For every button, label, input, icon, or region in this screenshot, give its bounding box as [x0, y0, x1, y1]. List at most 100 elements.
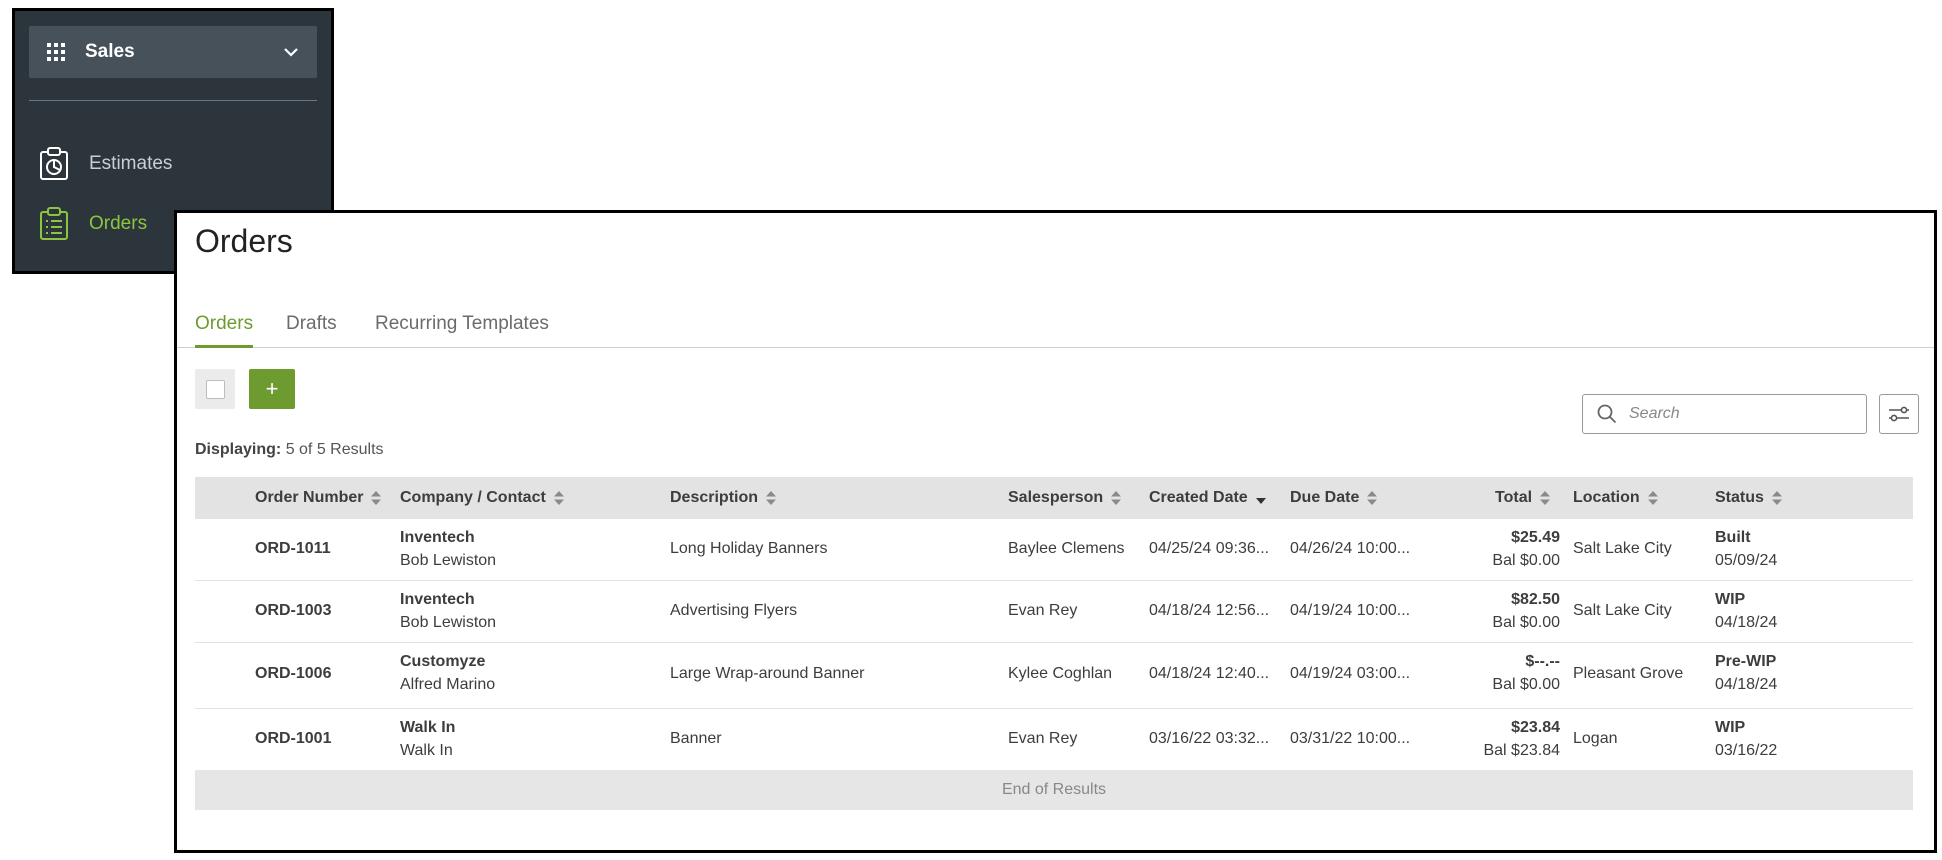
company-name: Inventech	[400, 529, 475, 546]
add-order-button[interactable]: +	[249, 369, 295, 409]
contact-name: Bob Lewiston	[400, 614, 497, 631]
search-input[interactable]	[1627, 404, 1851, 424]
total-balance: $25.49 Bal $0.00	[1445, 529, 1560, 570]
balance-amount: Bal $0.00	[1492, 552, 1560, 569]
description: Large Wrap-around Banner	[670, 665, 865, 682]
total-amount: $82.50	[1511, 591, 1560, 608]
status: Pre-WIP 04/18/24	[1715, 653, 1777, 694]
contact-name: Walk In	[400, 742, 453, 759]
column-header-description[interactable]: Description	[670, 477, 777, 519]
tab-recurring-templates[interactable]: Recurring Templates	[375, 313, 549, 345]
sidebar-item-estimates[interactable]: Estimates	[39, 147, 172, 181]
created-date: 04/18/24 12:56...	[1149, 602, 1270, 619]
column-label: Salesperson	[1008, 489, 1104, 506]
column-header-company[interactable]: Company / Contact	[400, 477, 564, 519]
column-label: Order Number	[255, 489, 364, 506]
status-label: WIP	[1715, 591, 1746, 608]
created-date: 04/18/24 12:40...	[1149, 665, 1270, 682]
status: Built 05/09/24	[1715, 529, 1777, 570]
due-date: 04/19/24 10:00...	[1290, 602, 1411, 619]
sort-icon	[1540, 491, 1551, 505]
company-contact: Inventech Bob Lewiston	[400, 529, 496, 570]
chevron-down-icon	[284, 48, 298, 57]
status-date: 03/16/22	[1715, 742, 1778, 759]
balance-amount: Bal $0.00	[1492, 614, 1560, 631]
salesperson: Kylee Coghlan	[1008, 665, 1113, 682]
sort-icon	[1111, 491, 1122, 505]
column-label: Description	[670, 489, 759, 506]
description: Advertising Flyers	[670, 602, 798, 619]
status: WIP 03/16/22	[1715, 719, 1777, 760]
column-label: Due Date	[1290, 489, 1360, 506]
column-label: Status	[1715, 489, 1764, 506]
created-date: 04/25/24 09:36...	[1149, 540, 1270, 557]
due-date: 03/31/22 10:00...	[1290, 730, 1411, 747]
status-label: WIP	[1715, 719, 1746, 736]
description: Banner	[670, 730, 722, 747]
salesperson: Evan Rey	[1008, 730, 1078, 747]
tab-orders[interactable]: Orders	[195, 313, 254, 348]
sidebar-item-label: Orders	[89, 213, 148, 234]
order-number[interactable]: ORD-1001	[255, 730, 331, 748]
location: Salt Lake City	[1573, 540, 1672, 557]
total-balance: $--.-- Bal $0.00	[1445, 653, 1560, 694]
table-row[interactable]: ORD-1003 Inventech Bob Lewiston Advertis…	[195, 581, 1913, 643]
salesperson: Baylee Clemens	[1008, 540, 1125, 557]
status-date: 05/09/24	[1715, 552, 1778, 569]
column-header-total[interactable]: Total	[1495, 477, 1551, 519]
salesperson: Evan Rey	[1008, 602, 1078, 619]
contact-name: Bob Lewiston	[400, 552, 497, 569]
status: WIP 04/18/24	[1715, 591, 1777, 632]
sliders-icon	[1889, 406, 1909, 422]
status-date: 04/18/24	[1715, 676, 1778, 693]
tab-drafts[interactable]: Drafts	[286, 313, 337, 345]
filter-settings-button[interactable]	[1879, 394, 1919, 434]
sort-icon	[1647, 491, 1658, 505]
checkbox-box	[205, 379, 225, 399]
table-row[interactable]: ORD-1001 Walk In Walk In Banner Evan Rey…	[195, 709, 1913, 770]
order-number[interactable]: ORD-1003	[255, 602, 331, 620]
column-header-due-date[interactable]: Due Date	[1290, 477, 1378, 519]
company-contact: Inventech Bob Lewiston	[400, 591, 496, 632]
sort-descending-icon	[1255, 498, 1266, 504]
results-count: Displaying: 5 of 5 Results	[195, 441, 384, 459]
column-header-status[interactable]: Status	[1715, 477, 1782, 519]
table-row[interactable]: ORD-1011 Inventech Bob Lewiston Long Hol…	[195, 519, 1913, 581]
column-header-salesperson[interactable]: Salesperson	[1008, 477, 1122, 519]
results-count-label: Displaying:	[195, 441, 282, 458]
company-name: Customyze	[400, 653, 486, 670]
sidebar-section-label: Sales	[85, 41, 135, 62]
results-count-value: 5 of 5 Results	[285, 441, 384, 458]
sort-icon	[1771, 491, 1782, 505]
search-box[interactable]	[1582, 394, 1867, 434]
column-label: Company / Contact	[400, 489, 546, 506]
column-header-order-number[interactable]: Order Number	[255, 477, 382, 519]
order-number[interactable]: ORD-1011	[255, 540, 331, 558]
column-label: Total	[1495, 489, 1533, 506]
select-all-checkbox[interactable]	[195, 369, 235, 409]
sort-icon	[1367, 491, 1378, 505]
clipboard-chart-icon	[40, 147, 68, 180]
table-header: Order Number Company / Contact Descripti…	[195, 477, 1913, 519]
order-number[interactable]: ORD-1006	[255, 665, 331, 683]
sidebar-divider	[29, 100, 317, 101]
total-balance: $23.84 Bal $23.84	[1445, 719, 1560, 760]
location: Logan	[1573, 730, 1618, 747]
column-header-created-date[interactable]: Created Date	[1149, 477, 1266, 519]
sort-icon	[766, 491, 777, 505]
status-label: Built	[1715, 529, 1751, 546]
table-row[interactable]: ORD-1006 Customyze Alfred Marino Large W…	[195, 643, 1913, 709]
sidebar-item-orders[interactable]: Orders	[39, 207, 147, 241]
page-title: Orders	[195, 223, 293, 259]
created-date: 03/16/22 03:32...	[1149, 730, 1270, 747]
search-icon	[1597, 404, 1617, 424]
total-amount: $--.--	[1525, 653, 1560, 670]
status-date: 04/18/24	[1715, 614, 1778, 631]
description: Long Holiday Banners	[670, 540, 828, 557]
sort-icon	[371, 491, 382, 505]
column-header-location[interactable]: Location	[1573, 477, 1658, 519]
sidebar-section-toggle[interactable]: Sales	[29, 26, 317, 78]
company-name: Walk In	[400, 719, 456, 736]
clipboard-list-icon	[40, 207, 68, 240]
company-contact: Walk In Walk In	[400, 719, 455, 760]
